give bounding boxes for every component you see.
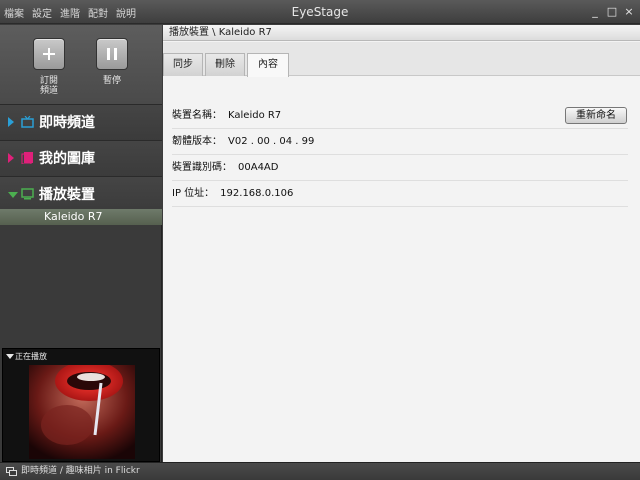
property-row-device-name: 裝置名稱： Kaleido R7 [172,103,628,129]
menu-help[interactable]: 說明 [116,5,136,20]
pause-label: 暫停 [102,76,121,86]
nav-my-gallery-label: 我的圖庫 [39,151,95,167]
subscribe-channel-button[interactable] [33,38,65,70]
property-row-ip-address: IP 位址： 192.168.0.106 [172,181,628,207]
menu-bar: 檔案 設定 進階 配對 說明 [4,0,144,24]
main-panel: 播放裝置 \ Kaleido R7 同步 刪除 內容 裝置名稱： Kaleido … [163,25,640,462]
device-name-value: Kaleido R7 [228,110,282,121]
pause-icon [107,48,110,60]
nav-live-channel[interactable]: 即時頻道 [0,104,162,140]
subscribe-channel-label: 訂閱 頻道 [19,76,79,96]
monitor-icon [21,188,34,200]
maximize-button[interactable]: □ [605,5,619,19]
ip-address-key: IP 位址： [172,188,215,199]
nav-my-gallery[interactable]: 我的圖庫 [0,140,162,176]
tab-bar: 同步 刪除 內容 [163,42,640,77]
tab-sync[interactable]: 同步 [163,53,203,76]
slideshow-icon [6,467,17,476]
ip-address-value: 192.168.0.106 [220,188,294,199]
pause-icon-bar [114,48,117,60]
menu-advanced[interactable]: 進階 [60,5,80,20]
menu-settings[interactable]: 設定 [32,5,52,20]
firmware-key: 韌體版本： [172,136,222,147]
collapse-arrow-icon [8,192,18,198]
close-button[interactable]: × [622,5,636,19]
nav-playback-device-label: 播放裝置 [39,187,95,203]
now-playing-label: 正在播放 [15,352,47,361]
rename-button[interactable]: 重新命名 [565,107,627,124]
status-bar: 即時頻道 / 趣味相片 in Flickr [0,462,640,480]
device-id-key: 裝置識別碼： [172,162,232,173]
tab-content[interactable]: 內容 [247,53,289,77]
tab-delete[interactable]: 刪除 [205,53,245,76]
window-controls: _ □ × [588,5,636,19]
nav-playback-device[interactable]: 播放裝置 [0,176,162,212]
gallery-icon [21,152,33,164]
device-name-key: 裝置名稱： [172,110,222,121]
property-row-firmware: 韌體版本： V02 . 00 . 04 . 99 [172,129,628,155]
breadcrumb: 播放裝置 \ Kaleido R7 [163,25,640,41]
nav-live-channel-label: 即時頻道 [39,115,95,131]
minimize-button[interactable]: _ [588,5,602,19]
title-bar: EyeStage 檔案 設定 進階 配對 說明 _ □ × [0,0,640,24]
pause-button[interactable] [96,38,128,70]
breadcrumb-text: 播放裝置 \ Kaleido R7 [169,27,272,38]
expand-arrow-icon [8,117,14,127]
property-row-device-id: 裝置識別碼： 00A4AD [172,155,628,181]
sidebar-toolbar: 訂閱 頻道 暫停 [0,25,162,104]
plus-icon-stem [48,48,50,60]
now-playing-thumbnail[interactable] [29,365,135,459]
status-text: 即時頻道 / 趣味相片 in Flickr [21,466,140,476]
subscribe-label-line1: 訂閱 [39,76,58,86]
collapse-triangle-icon[interactable] [6,354,14,359]
sidebar: 訂閱 頻道 暫停 即時頻道 我的圖庫 播放裝置 Kaleido R7 正在播放 [0,25,162,462]
thumbnail-photo [29,365,135,459]
menu-file[interactable]: 檔案 [4,5,24,20]
subscribe-label-line2: 頻道 [39,86,58,96]
expand-arrow-icon [8,153,14,163]
device-list-item[interactable]: Kaleido R7 [0,209,162,225]
tv-icon [21,116,34,128]
device-list-item-label: Kaleido R7 [44,210,103,223]
menu-pairing[interactable]: 配對 [88,5,108,20]
device-id-value: 00A4AD [238,162,279,173]
now-playing-panel: 正在播放 [2,348,160,462]
firmware-value: V02 . 00 . 04 . 99 [228,136,315,147]
